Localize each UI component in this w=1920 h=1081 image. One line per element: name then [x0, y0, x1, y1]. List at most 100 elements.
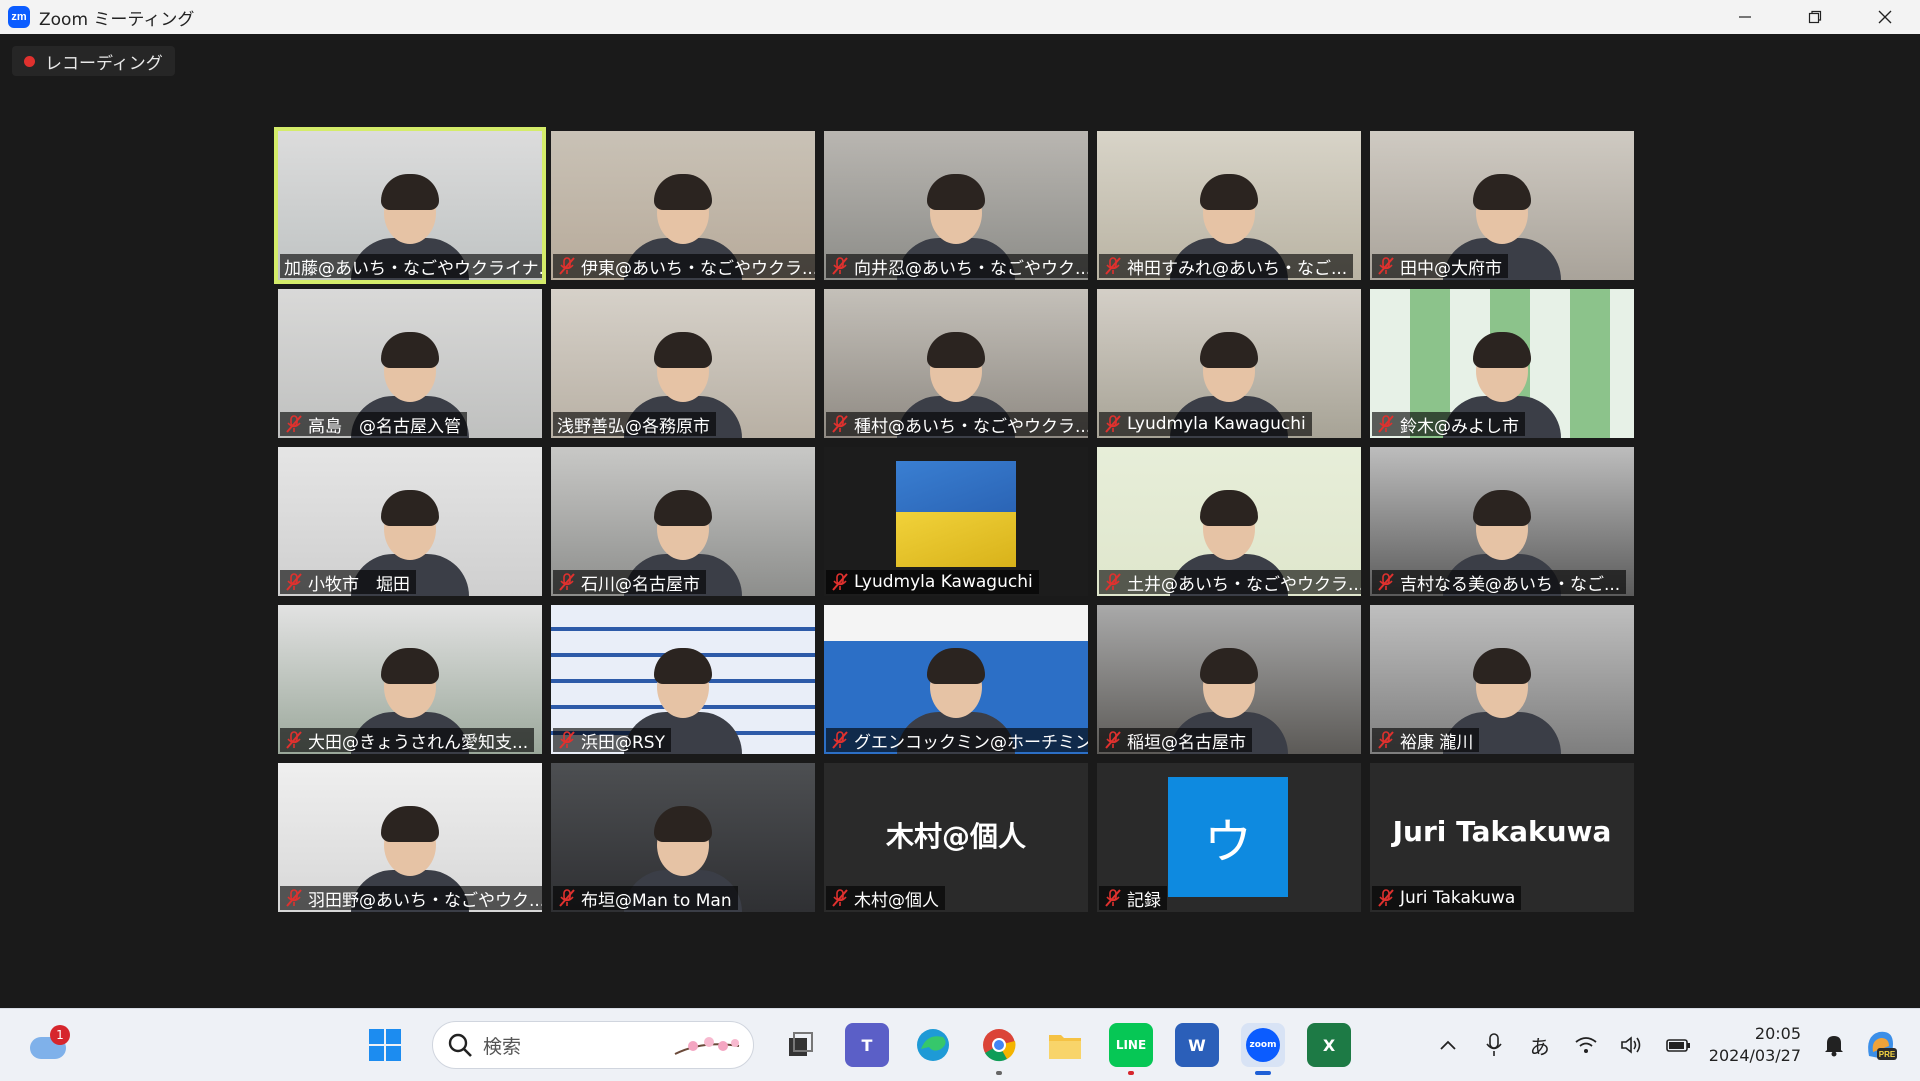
- participant-name: 浜田@RSY: [581, 732, 665, 753]
- participant-tile[interactable]: 種村@あいち・なごやウクラ...: [824, 289, 1088, 438]
- muted-microphone-icon: [559, 889, 575, 907]
- participant-tile[interactable]: 田中@大府市: [1370, 131, 1634, 280]
- muted-microphone-icon: [832, 415, 848, 433]
- recording-label: レコーディング: [45, 53, 163, 74]
- participant-tile[interactable]: 高島 @名古屋入管: [278, 289, 542, 438]
- chrome-button[interactable]: [977, 1023, 1021, 1075]
- participant-name: 記録: [1127, 890, 1161, 911]
- line-icon: LINE: [1115, 1038, 1147, 1052]
- participant-tile[interactable]: Lyudmyla Kawaguchi: [1097, 289, 1361, 438]
- participant-tile[interactable]: 稲垣@名古屋市: [1097, 605, 1361, 754]
- clock[interactable]: 20:05 2024/03/27: [1709, 1023, 1801, 1067]
- muted-microphone-icon: [1105, 889, 1121, 907]
- muted-microphone-icon: [286, 415, 302, 433]
- muted-microphone-icon: [1105, 573, 1121, 591]
- participant-name-label: 吉村なる美@あいち・なご...: [1372, 570, 1627, 594]
- participant-name-label: 種村@あいち・なごやウクラ...: [826, 412, 1088, 436]
- task-view-icon: [789, 1032, 813, 1056]
- task-view-button[interactable]: [779, 1023, 823, 1067]
- excel-icon: X: [1322, 1035, 1336, 1055]
- show-hidden-icons-button[interactable]: [1430, 1027, 1466, 1063]
- restore-button[interactable]: [1780, 0, 1850, 34]
- recording-dot-icon: [24, 55, 35, 67]
- volume-button[interactable]: [1614, 1027, 1650, 1063]
- copilot-button[interactable]: PRE: [1862, 1027, 1898, 1063]
- participant-name: 種村@あいち・なごやウクラ...: [854, 416, 1088, 437]
- participant-tile[interactable]: グエンコックミン@ホーチミン...: [824, 605, 1088, 754]
- participant-name-label: 加藤@あいち・なごやウクライナ...: [280, 254, 542, 278]
- weather-widget[interactable]: 1: [28, 1025, 72, 1065]
- participant-tile[interactable]: 羽田野@あいち・なごやウク...: [278, 763, 542, 912]
- restore-icon: [1808, 10, 1822, 24]
- participant-tile[interactable]: 鈴木@みよし市: [1370, 289, 1634, 438]
- microphone-button[interactable]: [1476, 1027, 1512, 1063]
- battery-button[interactable]: [1660, 1027, 1696, 1063]
- participant-tile[interactable]: Juri Takakuwa Juri Takakuwa: [1370, 763, 1634, 912]
- muted-microphone-icon: [832, 889, 848, 907]
- ime-indicator[interactable]: あ: [1522, 1027, 1558, 1063]
- participant-name: 向井忍@あいち・なごやウク...: [854, 258, 1088, 279]
- word-button[interactable]: W: [1175, 1023, 1219, 1067]
- participant-tile[interactable]: 裕康 瀧川: [1370, 605, 1634, 754]
- network-button[interactable]: [1568, 1027, 1604, 1063]
- teams-icon: T: [861, 1035, 873, 1055]
- participant-name-label: 羽田野@あいち・なごやウク...: [280, 886, 542, 910]
- muted-microphone-icon: [286, 731, 302, 749]
- participant-tile[interactable]: 布垣@Man to Man: [551, 763, 815, 912]
- muted-microphone-icon: [286, 889, 302, 907]
- taskbar-search[interactable]: 検索: [432, 1021, 754, 1069]
- file-explorer-button[interactable]: [1043, 1023, 1087, 1067]
- muted-microphone-icon: [559, 257, 575, 275]
- participant-tile[interactable]: 浅野善弘@各務原市: [551, 289, 815, 438]
- participant-name: 稲垣@名古屋市: [1127, 732, 1246, 753]
- participant-name: 土井@あいち・なごやウクラ...: [1127, 574, 1361, 595]
- windows-start-icon: [369, 1029, 401, 1061]
- muted-microphone-icon: [1378, 731, 1394, 749]
- participant-name: Juri Takakuwa: [1400, 888, 1516, 908]
- participant-tile[interactable]: 小牧市 堀田: [278, 447, 542, 596]
- participant-name: 神田すみれ@あいち・なご...: [1127, 258, 1348, 279]
- recording-indicator[interactable]: レコーディング: [12, 46, 175, 76]
- edge-icon: [917, 1029, 949, 1061]
- participant-name-label: 大田@きょうされん愛知支...: [280, 728, 535, 752]
- word-icon: W: [1188, 1035, 1206, 1055]
- participant-tile[interactable]: 土井@あいち・なごやウクラ...: [1097, 447, 1361, 596]
- teams-button[interactable]: T: [845, 1023, 889, 1067]
- folder-icon: [1049, 1035, 1081, 1059]
- bell-icon: [1825, 1036, 1843, 1057]
- minimize-button[interactable]: [1710, 0, 1780, 34]
- participant-name-label: 浅野善弘@各務原市: [553, 412, 716, 436]
- clock-time: 20:05: [1754, 1024, 1801, 1043]
- participant-tile[interactable]: 神田すみれ@あいち・なご...: [1097, 131, 1361, 280]
- start-button[interactable]: [363, 1023, 407, 1067]
- edge-button[interactable]: [911, 1023, 955, 1067]
- line-button[interactable]: LINE: [1109, 1023, 1153, 1075]
- participant-tile[interactable]: 伊東@あいち・なごやウクラ...: [551, 131, 815, 280]
- clock-date: 2024/03/27: [1708, 1046, 1801, 1065]
- participant-tile[interactable]: ウ記録: [1097, 763, 1361, 912]
- participant-name-label: 神田すみれ@あいち・なご...: [1099, 254, 1354, 279]
- participant-tile[interactable]: 木村@個人 木村@個人: [824, 763, 1088, 912]
- participant-tile[interactable]: 吉村なる美@あいち・なご...: [1370, 447, 1634, 596]
- zoom-button[interactable]: zoom: [1241, 1023, 1285, 1075]
- participant-name: 小牧市 堀田: [308, 574, 410, 595]
- participant-tile[interactable]: 向井忍@あいち・なごやウク...: [824, 131, 1088, 280]
- participant-name: 裕康 瀧川: [1400, 732, 1474, 753]
- search-icon: [448, 1033, 472, 1057]
- notifications-button[interactable]: [1816, 1027, 1852, 1063]
- participant-tile[interactable]: Lyudmyla Kawaguchi: [824, 447, 1088, 596]
- participant-tile[interactable]: 浜田@RSY: [551, 605, 815, 754]
- close-button[interactable]: [1850, 0, 1920, 34]
- excel-button[interactable]: X: [1307, 1023, 1351, 1067]
- title-bar: zm Zoom ミーティング: [0, 0, 1920, 34]
- minimize-icon: [1739, 16, 1751, 18]
- participant-name-label: 小牧市 堀田: [280, 570, 416, 594]
- search-placeholder: 検索: [483, 1035, 522, 1058]
- participant-tile[interactable]: 加藤@あいち・なごやウクライナ...: [274, 127, 546, 284]
- participant-tile[interactable]: 石川@名古屋市: [551, 447, 815, 596]
- participant-name-label: 浜田@RSY: [553, 728, 671, 752]
- zoom-app-icon: zm: [8, 6, 30, 28]
- taskbar: 1 検索 T LINE W zoom X あ 20:05 2024/03/27 …: [0, 1008, 1920, 1081]
- participant-tile[interactable]: 大田@きょうされん愛知支...: [278, 605, 542, 754]
- participant-name-label: 記録: [1099, 886, 1167, 910]
